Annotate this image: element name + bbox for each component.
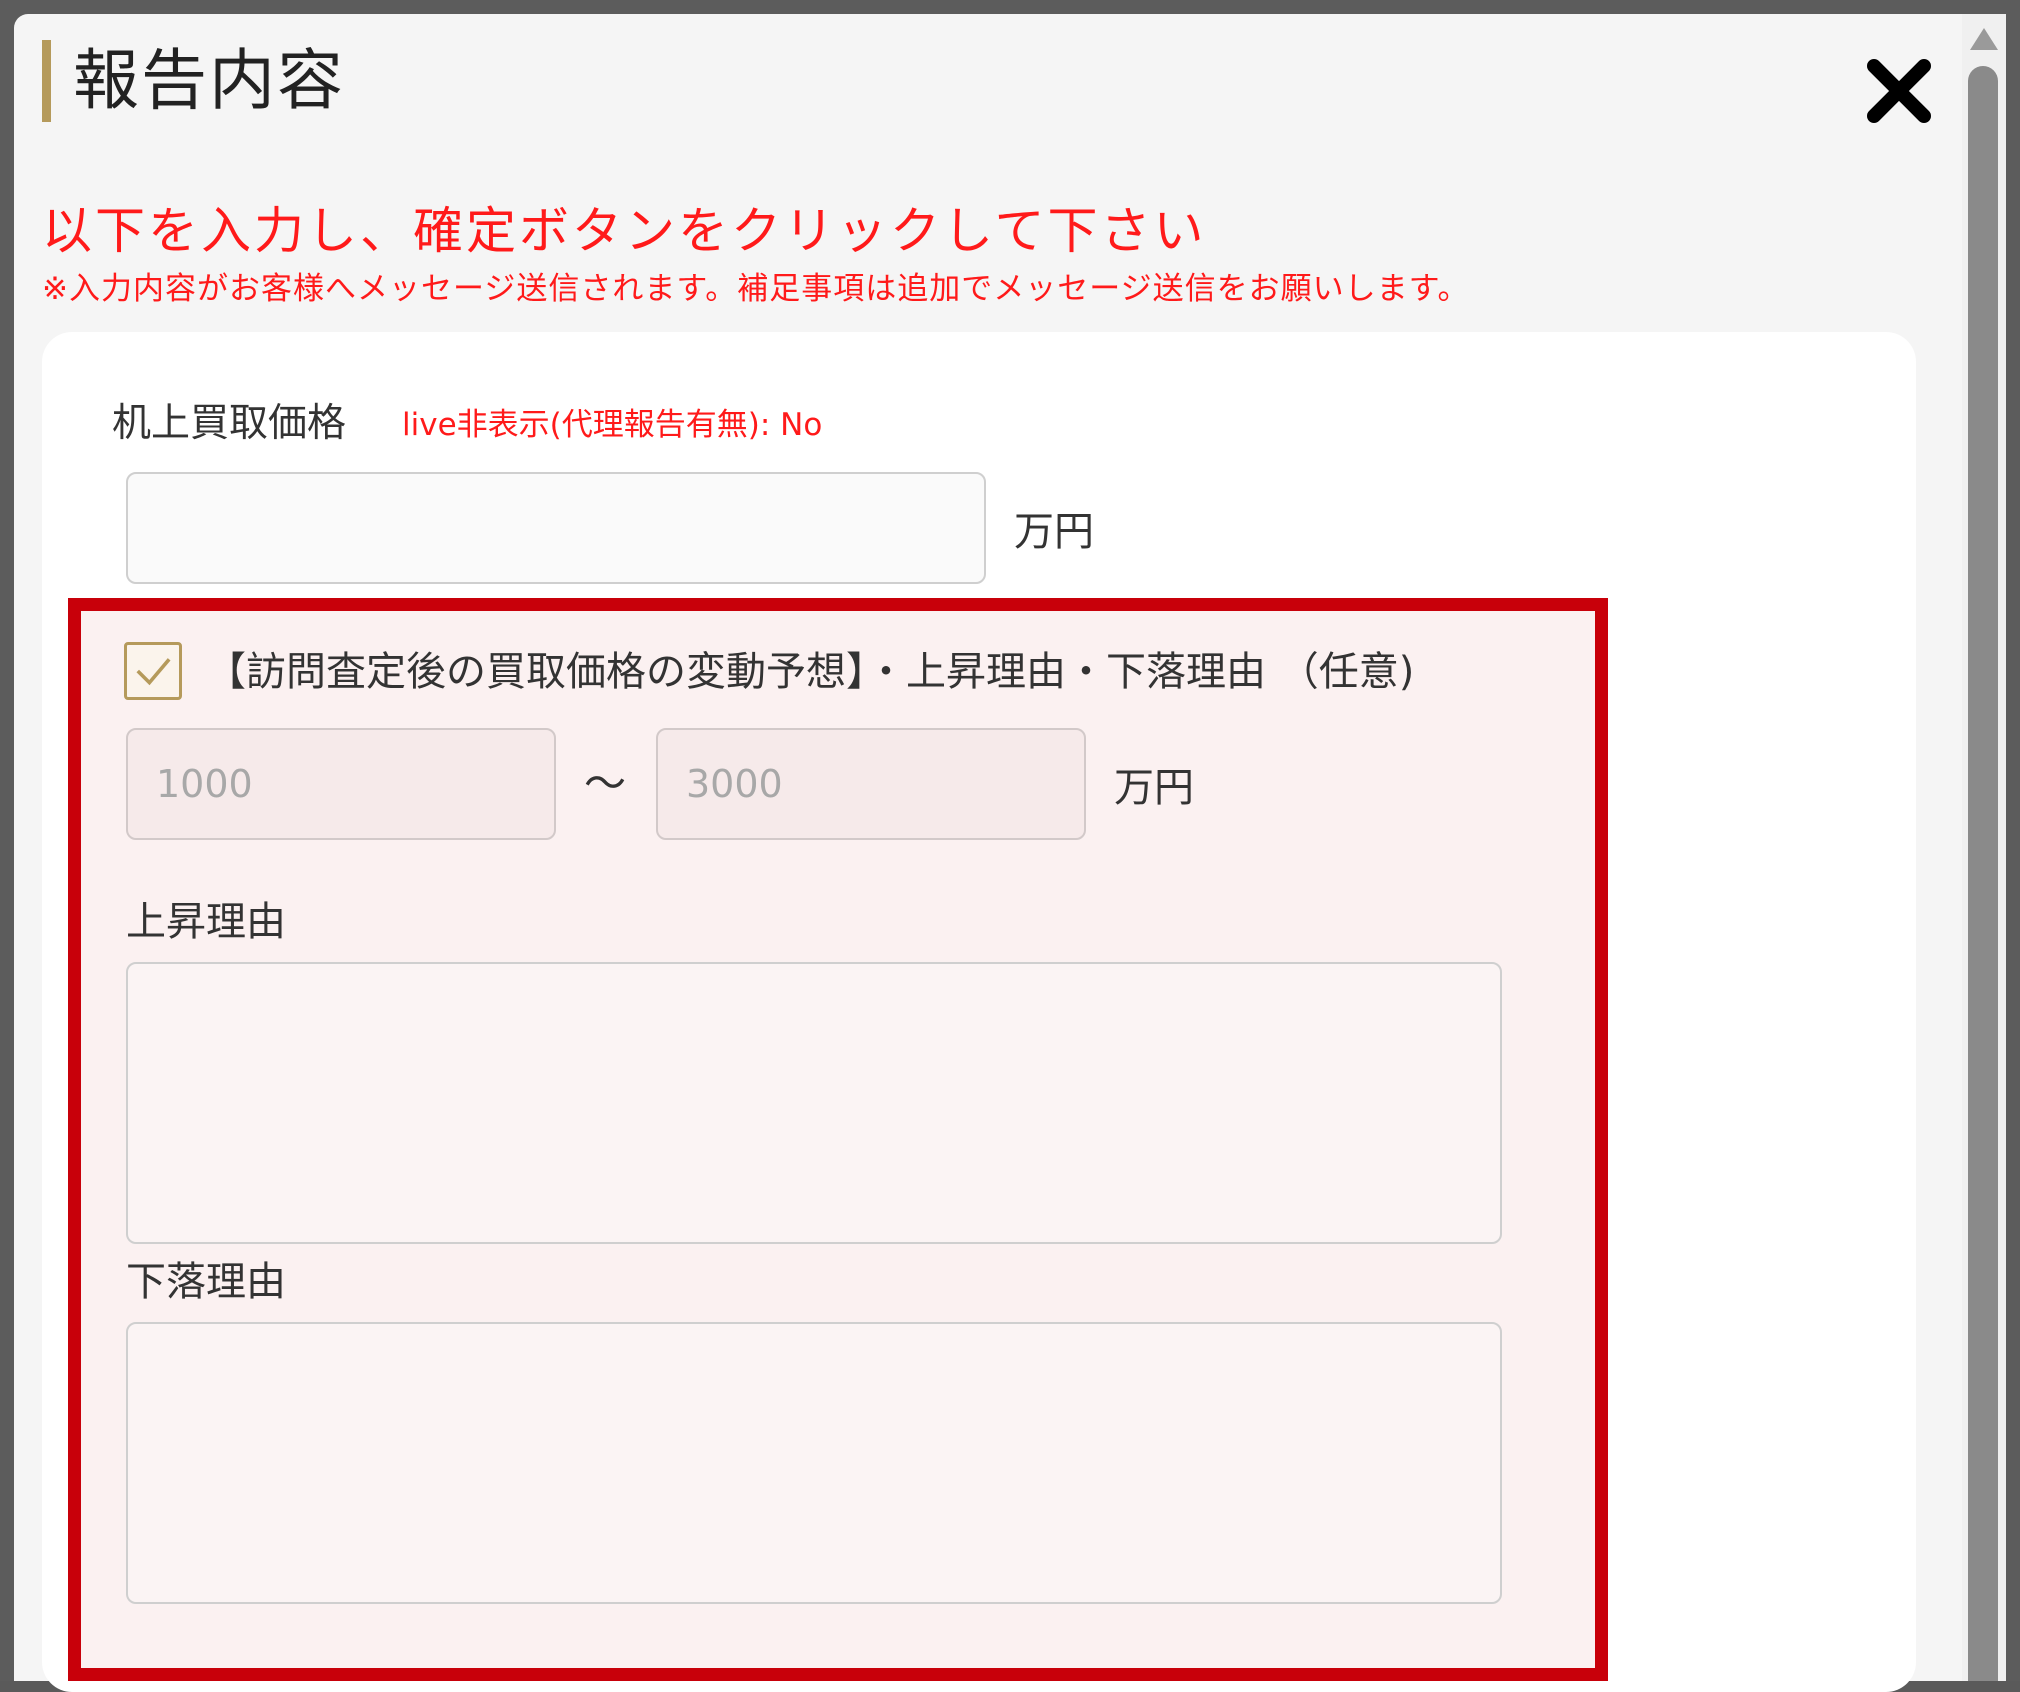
fall-reason-textarea[interactable] [126,1322,1502,1604]
forecast-unit: 万円 [1114,765,1194,811]
checkmark-icon [136,658,171,686]
scrollbar-thumb[interactable] [1968,66,1998,1681]
desk-price-label: 机上買取価格 [112,401,347,446]
range-separator: 〜 [584,759,627,808]
forecast-checkbox-label[interactable]: 【訪問査定後の買取価格の変動予想】・上昇理由・下落理由 （任意) [206,644,1414,700]
rise-reason-textarea[interactable] [126,962,1502,1244]
rise-reason-label: 上昇理由 [126,899,286,945]
desk-price-input[interactable] [126,472,986,584]
close-icon[interactable] [1864,56,1934,126]
forecast-checkbox[interactable] [124,642,182,700]
instruction-text: 以下を入力し、確定ボタンをクリックして下さい [42,202,1207,260]
desk-price-unit: 万円 [1014,509,1094,555]
modal-title: 報告内容 [42,40,345,122]
instruction-note: ※入力内容がお客様へメッセージ送信されます。補足事項は追加でメッセージ送信をお願… [42,271,1470,307]
forecast-max-input[interactable] [656,728,1086,840]
fall-reason-label: 下落理由 [126,1259,286,1305]
forecast-min-input[interactable] [126,728,556,840]
desk-price-note: live非表示(代理報告有無): No [402,407,823,443]
scroll-up-arrow-icon[interactable] [1966,24,2002,54]
